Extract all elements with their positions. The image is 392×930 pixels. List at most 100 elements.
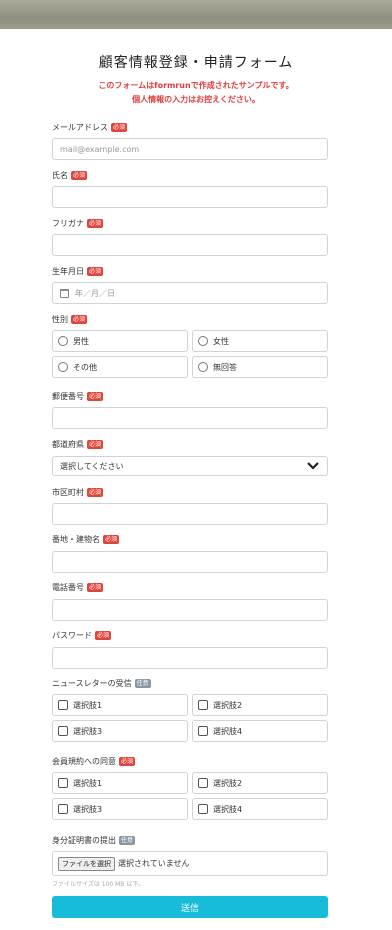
password-field[interactable] <box>52 647 328 669</box>
furigana-label: フリガナ 必須 <box>52 218 104 228</box>
checkbox-icon[interactable] <box>198 726 208 736</box>
postal-label-text: 郵便番号 <box>52 391 84 401</box>
address-field[interactable] <box>52 551 328 573</box>
terms-option-2[interactable]: 選択肢2 <box>192 772 328 794</box>
required-badge: 必須 <box>87 218 104 228</box>
checkbox-icon[interactable] <box>58 778 68 788</box>
terms-option-label: 選択肢2 <box>213 778 243 788</box>
email-label: メールアドレス 必須 <box>52 122 128 132</box>
newsletter-option-1[interactable]: 選択肢1 <box>52 694 188 716</box>
city-label-text: 市区町村 <box>52 487 84 497</box>
optional-badge: 任意 <box>134 678 151 688</box>
required-badge: 必須 <box>87 439 104 449</box>
required-badge: 必須 <box>87 391 104 401</box>
furigana-field[interactable] <box>52 234 328 256</box>
checkbox-icon[interactable] <box>58 726 68 736</box>
gender-label-text: 性別 <box>52 314 68 324</box>
postal-label: 郵便番号 必須 <box>52 391 104 401</box>
file-upload-field[interactable]: ファイルを選択 選択されていません <box>52 851 328 876</box>
birthdate-label: 生年月日 必須 <box>52 266 104 276</box>
choose-file-button[interactable]: ファイルを選択 <box>58 856 115 871</box>
required-badge: 必須 <box>111 122 128 132</box>
newsletter-option-label: 選択肢2 <box>213 700 243 710</box>
checkbox-icon[interactable] <box>198 804 208 814</box>
birthdate-field[interactable]: 年／月／日 <box>52 282 328 304</box>
notice-line-1: このフォームはformrunで作成されたサンプルです。 <box>98 81 294 90</box>
email-field[interactable]: mail@example.com <box>52 138 328 160</box>
gender-label: 性別 必須 <box>52 314 88 324</box>
email-placeholder: mail@example.com <box>60 144 140 154</box>
prefecture-select[interactable]: 選択してください <box>52 456 328 476</box>
terms-option-3[interactable]: 選択肢3 <box>52 798 188 820</box>
required-badge: 必須 <box>71 314 88 324</box>
required-badge: 必須 <box>103 534 120 544</box>
required-badge: 必須 <box>71 170 88 180</box>
newsletter-option-label: 選択肢3 <box>73 726 103 736</box>
radio-icon[interactable] <box>58 362 68 372</box>
required-badge: 必須 <box>119 756 136 766</box>
phone-label: 電話番号 必須 <box>52 582 104 592</box>
gender-option-female[interactable]: 女性 <box>192 330 328 352</box>
checkbox-icon[interactable] <box>198 700 208 710</box>
newsletter-option-3[interactable]: 選択肢3 <box>52 720 188 742</box>
id-doc-label: 身分証明書の提出 任意 <box>52 835 136 845</box>
chevron-down-icon[interactable] <box>306 461 320 471</box>
name-field[interactable] <box>52 186 328 208</box>
submit-button[interactable]: 送信 <box>52 896 328 918</box>
newsletter-option-2[interactable]: 選択肢2 <box>192 694 328 716</box>
birthdate-placeholder: 年／月／日 <box>75 288 115 298</box>
file-size-note: ファイルサイズは 100 MB 以下。 <box>52 881 145 888</box>
terms-option-label: 選択肢4 <box>213 804 243 814</box>
radio-icon[interactable] <box>198 362 208 372</box>
required-badge: 必須 <box>95 630 112 640</box>
required-badge: 必須 <box>87 266 104 276</box>
furigana-label-text: フリガナ <box>52 218 84 228</box>
gender-option-label: その他 <box>73 362 97 372</box>
newsletter-option-label: 選択肢4 <box>213 726 243 736</box>
prefecture-label-text: 都道府県 <box>52 439 84 449</box>
calendar-icon[interactable] <box>60 288 69 298</box>
prefecture-selected-value: 選択してください <box>60 461 124 471</box>
header-image <box>0 0 392 29</box>
password-label: パスワード 必須 <box>52 630 112 640</box>
gender-option-label: 無回答 <box>213 362 237 372</box>
terms-option-label: 選択肢1 <box>73 778 103 788</box>
terms-option-1[interactable]: 選択肢1 <box>52 772 188 794</box>
birthdate-label-text: 生年月日 <box>52 266 84 276</box>
gender-option-label: 女性 <box>213 336 229 346</box>
terms-option-label: 選択肢3 <box>73 804 103 814</box>
id-doc-label-text: 身分証明書の提出 <box>52 835 116 845</box>
terms-label-text: 会員規約への同意 <box>52 756 116 766</box>
form-title: 顧客情報登録・申請フォーム <box>98 55 294 71</box>
postal-field[interactable] <box>52 407 328 429</box>
gender-option-other[interactable]: その他 <box>52 356 188 378</box>
terms-label: 会員規約への同意 必須 <box>52 756 136 766</box>
checkbox-icon[interactable] <box>58 804 68 814</box>
newsletter-option-4[interactable]: 選択肢4 <box>192 720 328 742</box>
gender-option-label: 男性 <box>73 336 89 346</box>
newsletter-label: ニュースレターの受信 任意 <box>52 678 151 688</box>
radio-icon[interactable] <box>58 336 68 346</box>
password-label-text: パスワード <box>52 630 92 640</box>
city-field[interactable] <box>52 503 328 525</box>
terms-option-4[interactable]: 選択肢4 <box>192 798 328 820</box>
name-label-text: 氏名 <box>52 170 68 180</box>
radio-icon[interactable] <box>198 336 208 346</box>
checkbox-icon[interactable] <box>198 778 208 788</box>
newsletter-label-text: ニュースレターの受信 <box>52 678 132 688</box>
phone-label-text: 電話番号 <box>52 582 84 592</box>
notice-line-2: 個人情報の入力はお控えください。 <box>132 95 260 104</box>
prefecture-label: 都道府県 必須 <box>52 439 104 449</box>
address-label-text: 番地・建物名 <box>52 534 100 544</box>
phone-field[interactable] <box>52 599 328 621</box>
name-label: 氏名 必須 <box>52 170 88 180</box>
file-status: 選択されていません <box>118 859 190 868</box>
gender-option-male[interactable]: 男性 <box>52 330 188 352</box>
gender-option-no-answer[interactable]: 無回答 <box>192 356 328 378</box>
city-label: 市区町村 必須 <box>52 487 104 497</box>
required-badge: 必須 <box>87 487 104 497</box>
newsletter-option-label: 選択肢1 <box>73 700 103 710</box>
checkbox-icon[interactable] <box>58 700 68 710</box>
email-label-text: メールアドレス <box>52 122 108 132</box>
required-badge: 必須 <box>87 582 104 592</box>
